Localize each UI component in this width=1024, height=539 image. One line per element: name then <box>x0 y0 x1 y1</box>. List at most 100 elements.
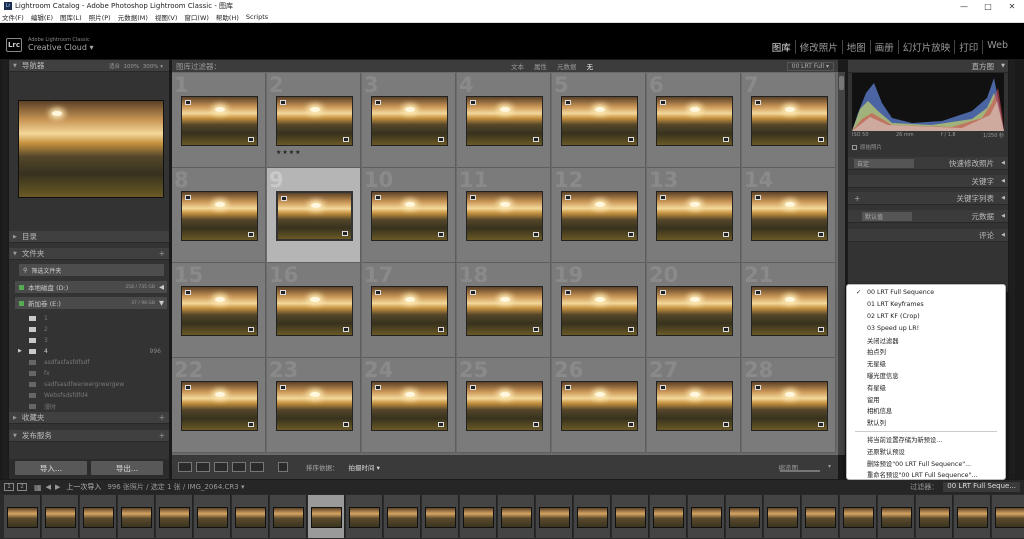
filmstrip-thumbnail[interactable] <box>767 507 798 528</box>
menu-library[interactable]: 图库(L) <box>60 12 82 22</box>
grid-cell[interactable]: 10 <box>362 168 456 263</box>
original-photo-toggle[interactable]: 原始照片 <box>852 143 882 151</box>
grid-cell[interactable]: 12 <box>552 168 646 263</box>
folder-item[interactable]: ▶ 4 996 <box>9 346 169 356</box>
creative-cloud-menu[interactable]: Creative Cloud ▾ <box>28 43 94 52</box>
folder-item[interactable]: fx <box>9 368 169 378</box>
photo-thumbnail[interactable] <box>276 96 353 146</box>
menu-file[interactable]: 文件(F) <box>2 12 24 22</box>
grid-cell[interactable]: 26 <box>552 358 646 453</box>
filmstrip-cell[interactable] <box>422 495 459 538</box>
grid-cell[interactable]: 21 <box>742 263 836 358</box>
filmstrip-cell[interactable] <box>650 495 687 538</box>
forward-arrow-icon[interactable]: ▶ <box>55 483 60 491</box>
filmstrip-thumbnail[interactable] <box>463 507 494 528</box>
export-button[interactable]: 导出... <box>91 461 163 475</box>
filmstrip-thumbnail[interactable] <box>349 507 380 528</box>
grid-cell[interactable]: 23 <box>267 358 361 453</box>
photo-thumbnail[interactable] <box>371 191 448 241</box>
catalog-header[interactable]: ▶ 目录 <box>9 231 169 243</box>
menu-metadata[interactable]: 元数据(M) <box>118 12 148 22</box>
grid-cell[interactable]: 8 <box>172 168 266 263</box>
grid-cell[interactable]: 24 <box>362 358 456 453</box>
filmstrip-thumbnail[interactable] <box>881 507 912 528</box>
volume-d[interactable]: 本地磁盘 (D:) 258 / 735 GB ◀ <box>15 281 167 293</box>
photo-thumbnail[interactable] <box>371 381 448 431</box>
add-keyword-icon[interactable]: + <box>854 194 860 203</box>
menu-item-full-sequence[interactable]: ✓ 00 LRT Full Sequence <box>847 287 1005 299</box>
menu-item-columns[interactable]: 拍点列 <box>847 346 1005 358</box>
module-library[interactable]: 图库 <box>768 40 796 54</box>
filter-metadata[interactable]: 元数据 <box>557 61 577 71</box>
filmstrip-thumbnail[interactable] <box>995 507 1024 528</box>
filmstrip-cell[interactable] <box>536 495 573 538</box>
photo-thumbnail[interactable] <box>751 191 828 241</box>
photo-thumbnail[interactable] <box>466 96 543 146</box>
menu-item-kf-crop[interactable]: 02 LRT KF (Crop) <box>847 311 1005 323</box>
menu-photo[interactable]: 照片(P) <box>89 12 111 22</box>
folder-item[interactable]: 漫时 <box>9 401 169 411</box>
module-develop[interactable]: 修改照片 <box>796 40 843 54</box>
keywording-header[interactable]: 关键字 ◀ <box>848 175 1008 188</box>
folders-header[interactable]: ▼ 文件夹 + <box>9 248 169 260</box>
grid-cell[interactable]: 14 <box>742 168 836 263</box>
keyword-list-header[interactable]: + 关键字列表 ◀ <box>848 192 1008 205</box>
grid-cell[interactable]: 27 <box>647 358 741 453</box>
toolbar-menu-chevron-icon[interactable]: ▾ <box>828 463 831 470</box>
photo-thumbnail[interactable] <box>561 286 638 336</box>
scroll-thumb[interactable] <box>839 76 844 90</box>
grid-cell[interactable]: 17 <box>362 263 456 358</box>
photo-thumbnail[interactable] <box>561 191 638 241</box>
menu-item-exposure-info[interactable]: 曝光度信息 <box>847 370 1005 382</box>
photo-thumbnail[interactable] <box>276 286 353 336</box>
filmstrip-cell[interactable] <box>4 495 41 538</box>
filmstrip-cell[interactable] <box>80 495 117 538</box>
minimize-button[interactable]: — <box>952 2 976 11</box>
back-arrow-icon[interactable]: ◀ <box>46 483 51 491</box>
grid-cell[interactable]: 5 <box>552 73 646 168</box>
thumbnail-size-slider[interactable] <box>780 470 820 472</box>
menu-item-speed-up[interactable]: 03 Speed up LR! <box>847 322 1005 334</box>
menu-item-restore-defaults[interactable]: 还原默认预设 <box>847 445 1005 457</box>
photo-thumbnail[interactable] <box>466 381 543 431</box>
filmstrip-thumbnail[interactable] <box>501 507 532 528</box>
menu-view[interactable]: 视图(V) <box>155 12 178 22</box>
filmstrip-thumbnail[interactable] <box>159 507 190 528</box>
loupe-view-icon[interactable] <box>196 462 210 472</box>
filmstrip-cell[interactable] <box>612 495 649 538</box>
filmstrip-thumbnail[interactable] <box>843 507 874 528</box>
photo-thumbnail[interactable] <box>656 96 733 146</box>
menu-item-delete-preset[interactable]: 删除预设"00 LRT Full Sequence"... <box>847 457 1005 469</box>
filmstrip-source[interactable]: 上一次导入 <box>66 482 101 492</box>
grid-cell[interactable]: 9 <box>267 168 361 263</box>
folder-item[interactable]: 3 <box>9 335 169 345</box>
folder-item[interactable]: 1 <box>9 313 169 323</box>
photo-thumbnail[interactable] <box>656 381 733 431</box>
menu-item-flagged[interactable]: 留用 <box>847 393 1005 405</box>
folder-item[interactable]: asdfasfasfdfsdf <box>9 357 169 367</box>
add-folder-icon[interactable]: + <box>159 249 165 258</box>
filmstrip-cell[interactable] <box>42 495 79 538</box>
module-book[interactable]: 画册 <box>871 40 899 54</box>
quick-develop-header[interactable]: 自定 快速修改照片 ◀ <box>848 157 1008 170</box>
grid-cell[interactable]: 19 <box>552 263 646 358</box>
left-panel-toggle[interactable] <box>2 60 8 479</box>
filmstrip-cell[interactable] <box>840 495 877 538</box>
filmstrip-cell[interactable] <box>764 495 801 538</box>
filmstrip-cell[interactable] <box>118 495 155 538</box>
photo-thumbnail[interactable] <box>371 96 448 146</box>
filmstrip-cell[interactable] <box>346 495 383 538</box>
volume-e[interactable]: 新加卷 (E:) 37 / 98 GB ▼ <box>15 297 167 309</box>
filmstrip-thumbnail[interactable] <box>957 507 988 528</box>
photo-thumbnail[interactable] <box>466 191 543 241</box>
filter-text[interactable]: 文本 <box>511 61 524 71</box>
comments-header[interactable]: 评论 ◀ <box>848 229 1008 242</box>
menu-edit[interactable]: 编辑(E) <box>31 12 53 22</box>
filmstrip-thumbnail[interactable] <box>387 507 418 528</box>
filmstrip-thumbnail[interactable] <box>539 507 570 528</box>
filter-attribute[interactable]: 属性 <box>534 61 547 71</box>
menu-item-rename-preset[interactable]: 重命名预设"00 LRT Full Sequence"... <box>847 469 1005 481</box>
filmstrip-cell[interactable] <box>992 495 1024 538</box>
grid-cell[interactable]: 22 <box>172 358 266 453</box>
star-rating[interactable]: ★★★★ <box>276 149 302 156</box>
